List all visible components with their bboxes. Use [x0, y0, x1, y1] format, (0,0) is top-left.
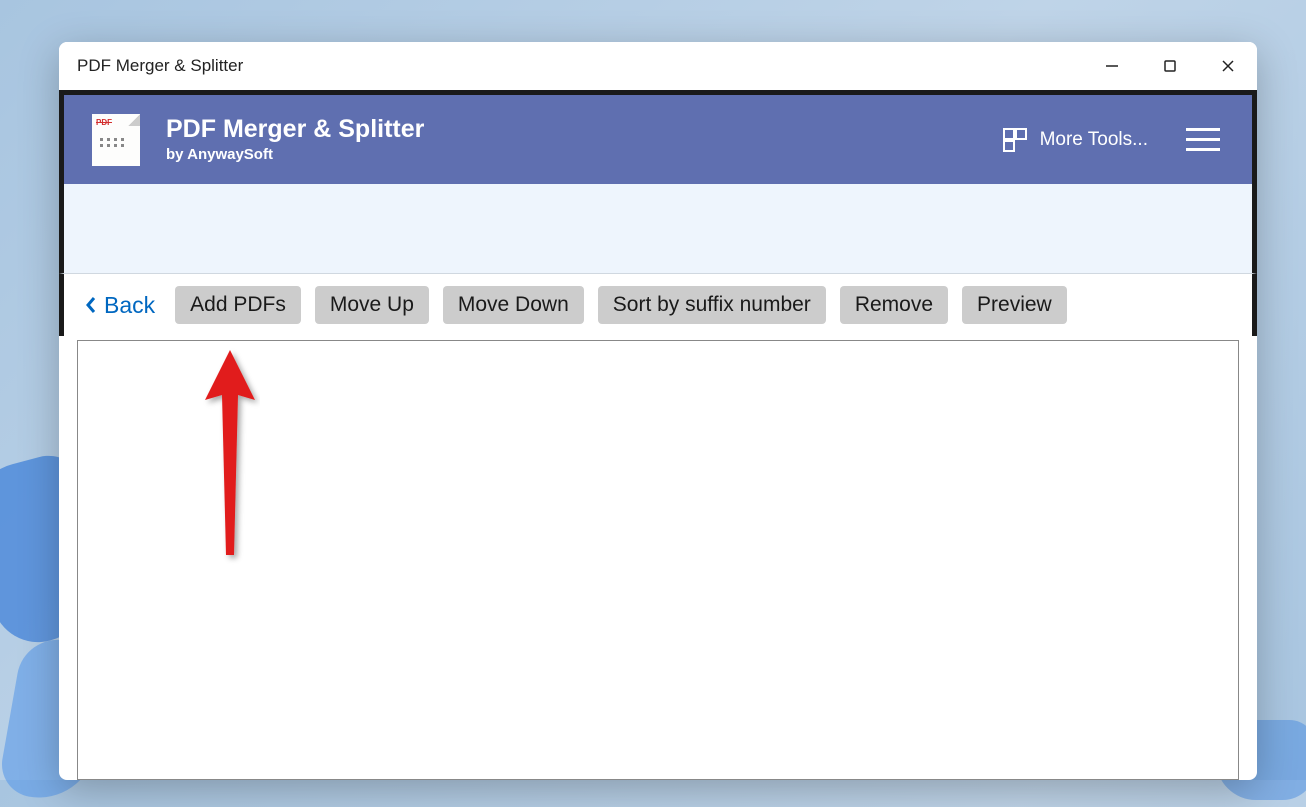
remove-button[interactable]: Remove [840, 286, 948, 324]
maximize-icon [1163, 59, 1177, 73]
back-link[interactable]: Back [84, 292, 155, 319]
more-tools-label: More Tools... [1040, 129, 1148, 151]
app-header: PDF PDF Merger & Splitter by AnywaySoft … [59, 90, 1257, 184]
move-down-button[interactable]: Move Down [443, 286, 584, 324]
move-up-button[interactable]: Move Up [315, 286, 429, 324]
app-window: PDF Merger & Splitter PDF [59, 42, 1257, 780]
sub-header-banner [59, 184, 1257, 274]
window-title: PDF Merger & Splitter [77, 56, 243, 76]
close-icon [1221, 59, 1235, 73]
minimize-icon [1105, 59, 1119, 73]
preview-button[interactable]: Preview [962, 286, 1067, 324]
hamburger-icon [1186, 128, 1220, 131]
app-logo-icon: PDF [92, 114, 140, 166]
grid-icon [1002, 127, 1028, 153]
maximize-button[interactable] [1141, 42, 1199, 90]
toolbar: Back Add PDFs Move Up Move Down Sort by … [59, 274, 1257, 336]
app-title: PDF Merger & Splitter [166, 116, 1002, 144]
back-label: Back [104, 292, 155, 319]
app-title-block: PDF Merger & Splitter by AnywaySoft [166, 116, 1002, 163]
chevron-left-icon [84, 295, 98, 315]
more-tools-button[interactable]: More Tools... [1002, 127, 1148, 153]
file-list-area[interactable] [77, 340, 1239, 780]
minimize-button[interactable] [1083, 42, 1141, 90]
sort-by-suffix-button[interactable]: Sort by suffix number [598, 286, 826, 324]
window-controls [1083, 42, 1257, 90]
titlebar: PDF Merger & Splitter [59, 42, 1257, 90]
app-subtitle: by AnywaySoft [166, 146, 1002, 163]
menu-button[interactable] [1186, 128, 1220, 151]
close-button[interactable] [1199, 42, 1257, 90]
logo-badge-text: PDF [96, 118, 112, 127]
add-pdfs-button[interactable]: Add PDFs [175, 286, 301, 324]
